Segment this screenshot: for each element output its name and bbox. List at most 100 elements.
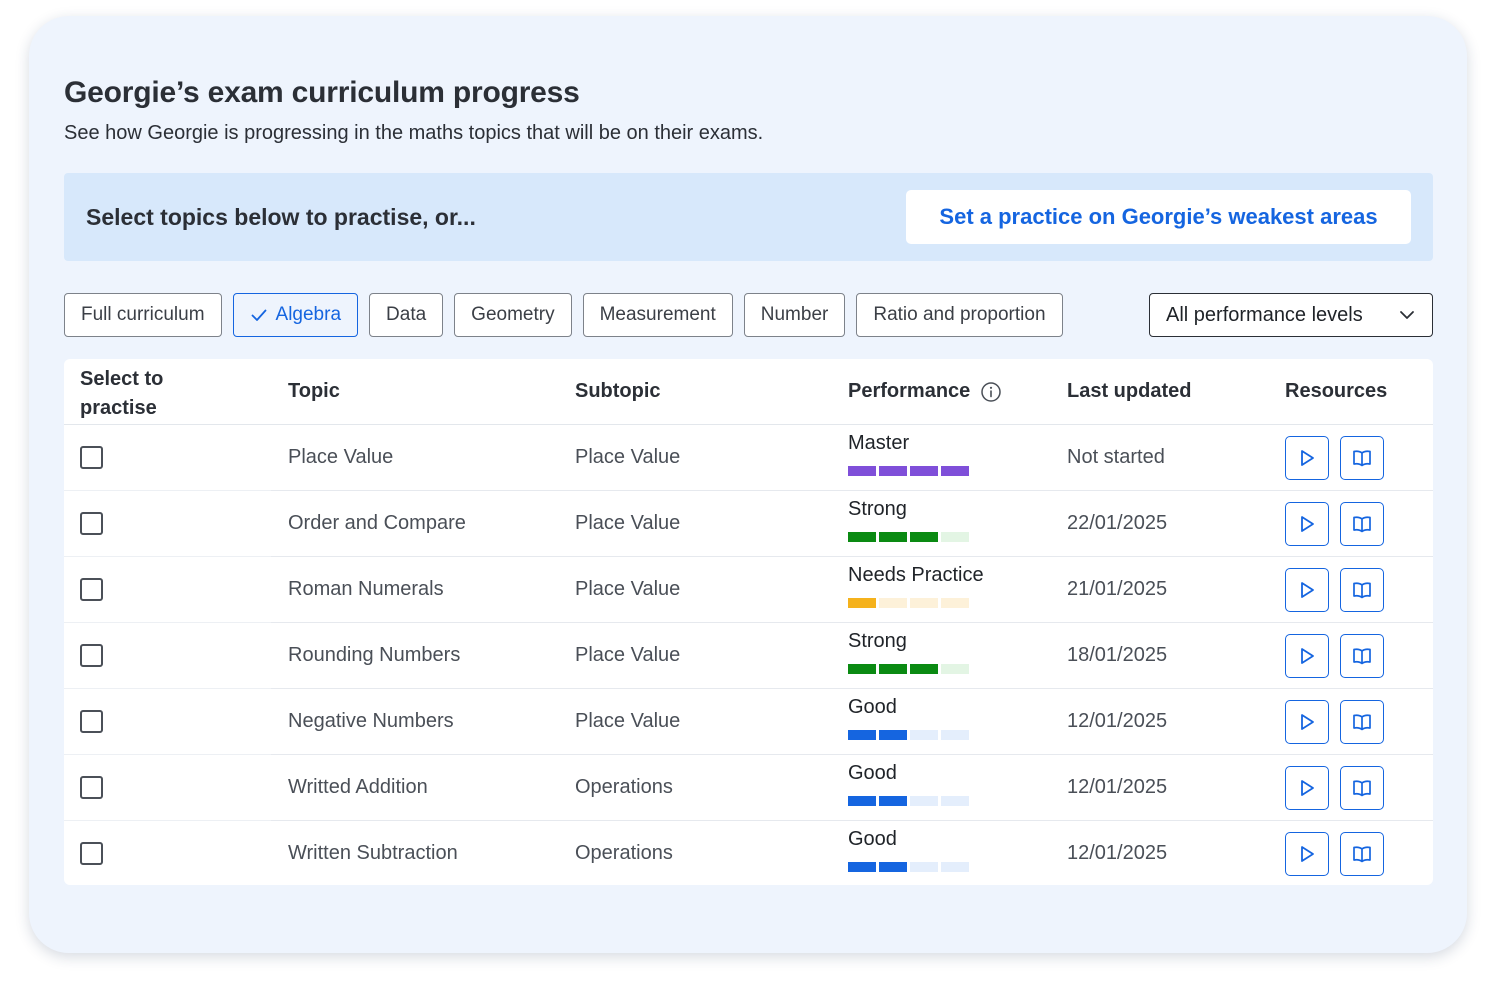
topic-cell: Written Subtraction	[288, 842, 458, 864]
performance-segment-filled	[848, 862, 876, 872]
banner-text: Select topics below to practise, or...	[86, 204, 476, 230]
topic-cell: Roman Numerals	[288, 578, 444, 600]
performance-segment-empty	[910, 598, 938, 608]
topic-cell: Writted Addition	[288, 776, 428, 798]
play-video-button[interactable]	[1285, 568, 1329, 612]
filter-chip-label: Geometry	[471, 304, 555, 325]
play-icon	[1301, 582, 1314, 598]
open-lesson-button[interactable]	[1340, 634, 1384, 678]
topic-cell: Order and Compare	[288, 512, 466, 534]
header-performance: Performance	[848, 380, 1002, 403]
performance-segment-filled	[848, 598, 876, 608]
play-video-button[interactable]	[1285, 700, 1329, 744]
performance-level-select[interactable]: All performance levels	[1149, 293, 1433, 337]
subtopic-cell: Place Value	[575, 512, 681, 534]
performance-segment-empty	[910, 862, 938, 872]
subtopic-cell: Place Value	[575, 710, 681, 732]
practise-checkbox[interactable]	[80, 842, 103, 865]
filter-chip-full-curriculum[interactable]: Full curriculum	[64, 293, 222, 337]
filter-chip-label: Measurement	[599, 304, 716, 325]
performance-select-value: All performance levels	[1166, 303, 1363, 326]
info-icon[interactable]	[980, 381, 1002, 403]
performance-segment-filled	[879, 532, 907, 542]
performance-label: Master	[848, 432, 910, 454]
subtopic-cell: Place Value	[575, 578, 681, 600]
open-lesson-button[interactable]	[1340, 502, 1384, 546]
performance-segment-filled	[910, 532, 938, 542]
performance-segment-filled	[848, 730, 876, 740]
performance-segment-filled	[848, 532, 876, 542]
performance-label: Strong	[848, 498, 907, 520]
table-row: Written Subtraction Operations Good 12/01/2…	[64, 821, 1433, 887]
play-video-button[interactable]	[1285, 766, 1329, 810]
open-lesson-button[interactable]	[1340, 568, 1384, 612]
filter-chip-label: Number	[760, 304, 829, 325]
filter-chip-algebra[interactable]: Algebra	[232, 293, 359, 337]
performance-segment-filled	[879, 730, 907, 740]
subtopic-cell: Place Value	[575, 446, 681, 468]
curriculum-progress-card: Georgie’s exam curriculum progress See h…	[29, 16, 1467, 953]
play-icon	[1301, 648, 1314, 664]
header-last-updated: Last updated	[1067, 380, 1192, 402]
performance-segment-empty	[910, 796, 938, 806]
performance-segment-filled	[879, 796, 907, 806]
performance-label: Good	[848, 762, 897, 784]
performance-label: Strong	[848, 630, 907, 652]
play-icon	[1301, 780, 1314, 796]
play-video-button[interactable]	[1285, 634, 1329, 678]
book-icon	[1353, 450, 1371, 467]
subtopic-cell: Place Value	[575, 644, 681, 666]
practise-checkbox[interactable]	[80, 578, 103, 601]
open-lesson-button[interactable]	[1340, 766, 1384, 810]
topics-table: Select to practise Topic Subtopic Perfor…	[64, 359, 1433, 885]
play-video-button[interactable]	[1285, 502, 1329, 546]
last-updated-cell: 18/01/2025	[1067, 644, 1168, 666]
last-updated-cell: 12/01/2025	[1067, 710, 1168, 732]
filter-chip-number[interactable]: Number	[743, 293, 846, 337]
book-icon	[1353, 582, 1371, 599]
performance-label: Good	[848, 696, 897, 718]
practise-checkbox[interactable]	[80, 776, 103, 799]
filter-chip-data[interactable]: Data	[369, 293, 444, 337]
play-video-button[interactable]	[1285, 832, 1329, 876]
practise-checkbox[interactable]	[80, 644, 103, 667]
table-row: Negative Numbers Place Value Good 12/01/202…	[64, 689, 1433, 755]
play-icon	[1301, 516, 1314, 532]
practise-checkbox[interactable]	[80, 512, 103, 535]
performance-segment-filled	[848, 796, 876, 806]
book-icon	[1353, 780, 1371, 797]
practise-checkbox[interactable]	[80, 446, 103, 469]
filter-chip-measurement[interactable]: Measurement	[582, 293, 733, 337]
header-topic: Topic	[288, 380, 340, 402]
subtopic-cell: Operations	[575, 842, 673, 864]
filter-chip-label: Algebra	[275, 304, 342, 325]
practise-checkbox[interactable]	[80, 710, 103, 733]
header-subtopic: Subtopic	[575, 380, 661, 402]
performance-bar	[848, 664, 969, 674]
strand-filter-chips: Full curriculum Algebra Data Geometry Measur…	[64, 293, 1063, 337]
table-row: Writted Addition Operations Good 12/01/2025	[64, 755, 1433, 821]
practice-banner: Select topics below to practise, or... S…	[64, 173, 1433, 261]
topic-cell: Place Value	[288, 446, 394, 468]
filter-chip-geometry[interactable]: Geometry	[454, 293, 572, 337]
performance-bar	[848, 796, 969, 806]
performance-bar	[848, 862, 969, 872]
table-row: Place Value Place Value Master Not started	[64, 425, 1433, 491]
page-subtitle: See how Georgie is progressing in the ma…	[64, 122, 764, 144]
book-icon	[1353, 714, 1371, 731]
performance-segment-empty	[910, 730, 938, 740]
open-lesson-button[interactable]	[1340, 700, 1384, 744]
last-updated-cell: 12/01/2025	[1067, 776, 1168, 798]
open-lesson-button[interactable]	[1340, 436, 1384, 480]
performance-segment-filled	[879, 862, 907, 872]
weakest-areas-button[interactable]: Set a practice on Georgie’s weakest area…	[906, 190, 1411, 244]
filter-chip-ratio-and-proportion[interactable]: Ratio and proportion	[856, 293, 1063, 337]
header-performance-label: Performance	[848, 380, 971, 402]
subtopic-cell: Operations	[575, 776, 673, 798]
play-video-button[interactable]	[1285, 436, 1329, 480]
performance-segment-empty	[941, 598, 969, 608]
performance-segment-empty	[941, 730, 969, 740]
header-resources: Resources	[1285, 380, 1388, 402]
open-lesson-button[interactable]	[1340, 832, 1384, 876]
performance-segment-empty	[941, 796, 969, 806]
